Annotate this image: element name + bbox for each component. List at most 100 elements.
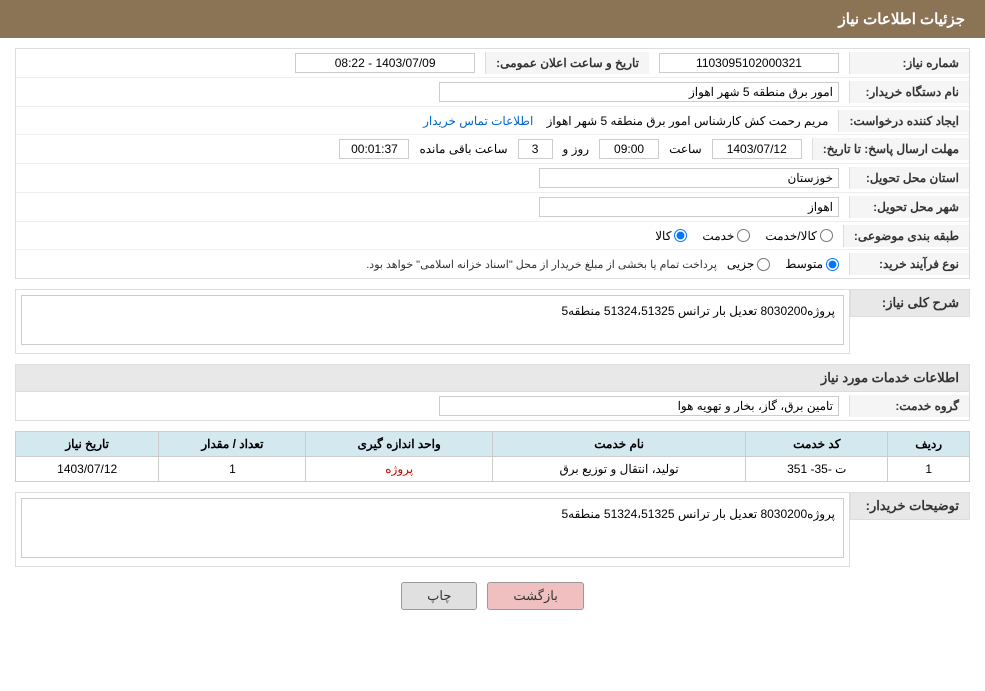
- cell-code: ت -35- 351: [746, 457, 888, 482]
- label-response-deadline: مهلت ارسال پاسخ: تا تاریخ:: [812, 138, 969, 160]
- label-general-desc: شرح کلی نیاز:: [850, 289, 970, 317]
- label-category: طبقه بندی موضوعی:: [843, 225, 969, 247]
- textarea-general-desc[interactable]: [21, 295, 844, 345]
- label-purchase-type: نوع فرآیند خرید:: [849, 253, 969, 275]
- col-header-quantity: تعداد / مقدار: [159, 432, 306, 457]
- header-bar: جزئیات اطلاعات نیاز: [0, 0, 985, 38]
- requester-contact-link[interactable]: اطلاعات تماس خریدار: [423, 114, 533, 128]
- row-category: طبقه بندی موضوعی: کالا/خدمت خدمت: [16, 222, 969, 250]
- table-head: ردیف کد خدمت نام خدمت واحد اندازه گیری ت…: [16, 432, 970, 457]
- label-delivery-province: استان محل تحویل:: [849, 167, 969, 189]
- value-requester: مریم رحمت کش کارشناس امور برق منطقه 5 شه…: [16, 110, 838, 132]
- row-need-number: شماره نیاز: تاریخ و ساعت اعلان عمومی:: [16, 49, 969, 78]
- label-need-number: شماره نیاز:: [849, 52, 969, 74]
- cell-name: تولید، انتقال و توزیع برق: [492, 457, 745, 482]
- label-days: روز و: [558, 142, 595, 156]
- deadline-fields: ساعت روز و ساعت باقی مانده: [26, 139, 802, 159]
- input-response-date[interactable]: [712, 139, 802, 159]
- input-response-days[interactable]: [518, 139, 553, 159]
- value-need-number: [649, 49, 849, 77]
- row-service-group: گروه خدمت:: [16, 392, 969, 420]
- value-category: کالا/خدمت خدمت کالا: [16, 225, 843, 247]
- input-need-number[interactable]: [659, 53, 839, 73]
- value-purchase-type: متوسط جزیی پرداخت تمام یا بخشی از مبلغ خ…: [16, 253, 849, 275]
- buyer-desc-row: توضیحات خریدار:: [15, 492, 970, 567]
- table-header-row: ردیف کد خدمت نام خدمت واحد اندازه گیری ت…: [16, 432, 970, 457]
- radio-kala-khadamat[interactable]: کالا/خدمت: [765, 229, 832, 243]
- label-time: ساعت: [664, 142, 707, 156]
- services-info-section: گروه خدمت:: [15, 391, 970, 421]
- col-header-date: تاریخ نیاز: [16, 432, 159, 457]
- input-announce-date[interactable]: [295, 53, 475, 73]
- purchase-type-row: متوسط جزیی پرداخت تمام یا بخشی از مبلغ خ…: [26, 257, 839, 271]
- buttons-row: بازگشت چاپ: [15, 582, 970, 610]
- purchase-radio-group: متوسط جزیی: [727, 257, 839, 271]
- col-header-unit: واحد اندازه گیری: [306, 432, 492, 457]
- radio-kala-khadamat-input[interactable]: [820, 229, 833, 242]
- cell-quantity: 1: [159, 457, 306, 482]
- row-requester: ایجاد کننده درخواست: مریم رحمت کش کارشنا…: [16, 107, 969, 135]
- radio-jozi[interactable]: جزیی: [727, 257, 770, 271]
- value-service-group: [16, 392, 849, 420]
- label-delivery-city: شهر محل تحویل:: [849, 196, 969, 218]
- table-body: 1 ت -35- 351 تولید، انتقال و توزیع برق پ…: [16, 457, 970, 482]
- input-buyer-station[interactable]: [439, 82, 839, 102]
- info-section-top: شماره نیاز: تاریخ و ساعت اعلان عمومی: نا…: [15, 48, 970, 279]
- input-delivery-province[interactable]: [539, 168, 839, 188]
- cell-row: 1: [888, 457, 970, 482]
- radio-khadamat-label: خدمت: [702, 229, 734, 243]
- col-header-code: کد خدمت: [746, 432, 888, 457]
- value-general-desc: [15, 289, 850, 354]
- buyer-desc-section: توضیحات خریدار:: [15, 492, 970, 567]
- row-delivery-city: شهر محل تحویل:: [16, 193, 969, 222]
- radio-motavasset-input[interactable]: [826, 258, 839, 271]
- services-section-title: اطلاعات خدمات مورد نیاز: [15, 364, 970, 391]
- col-header-row: ردیف: [888, 432, 970, 457]
- input-response-time[interactable]: [599, 139, 659, 159]
- radio-motavasset[interactable]: متوسط: [785, 257, 839, 271]
- radio-kala-input[interactable]: [674, 229, 687, 242]
- radio-kala-khadamat-label: کالا/خدمت: [765, 229, 816, 243]
- radio-kala-label: کالا: [655, 229, 671, 243]
- input-service-group[interactable]: [439, 396, 839, 416]
- services-table: ردیف کد خدمت نام خدمت واحد اندازه گیری ت…: [15, 431, 970, 482]
- row-delivery-province: استان محل تحویل:: [16, 164, 969, 193]
- value-buyer-station: [16, 78, 849, 106]
- value-announce-date: [16, 49, 485, 77]
- label-remaining: ساعت باقی مانده: [414, 142, 512, 156]
- label-requester: ایجاد کننده درخواست:: [838, 110, 969, 132]
- radio-jozi-label: جزیی: [727, 257, 754, 271]
- radio-motavasset-label: متوسط: [785, 257, 823, 271]
- purchase-type-note: پرداخت تمام یا بخشی از مبلغ خریدار از مح…: [366, 258, 717, 271]
- label-buyer-station: نام دستگاه خریدار:: [849, 81, 969, 103]
- table-row: 1 ت -35- 351 تولید، انتقال و توزیع برق پ…: [16, 457, 970, 482]
- header-title: جزئیات اطلاعات نیاز: [839, 11, 966, 28]
- textarea-buyer-desc[interactable]: [21, 498, 844, 558]
- print-button[interactable]: چاپ: [401, 582, 477, 610]
- value-response-deadline: ساعت روز و ساعت باقی مانده: [16, 135, 812, 163]
- general-desc-section: شرح کلی نیاز:: [15, 289, 970, 354]
- services-table-section: ردیف کد خدمت نام خدمت واحد اندازه گیری ت…: [15, 431, 970, 482]
- back-button[interactable]: بازگشت: [487, 582, 583, 610]
- radio-kala[interactable]: کالا: [655, 229, 687, 243]
- cell-unit: پروژه: [306, 457, 492, 482]
- radio-jozi-input[interactable]: [757, 258, 770, 271]
- label-announce-date: تاریخ و ساعت اعلان عمومی:: [485, 52, 649, 74]
- radio-khadamat[interactable]: خدمت: [702, 229, 750, 243]
- row-buyer-station: نام دستگاه خریدار:: [16, 78, 969, 107]
- input-delivery-city[interactable]: [539, 197, 839, 217]
- main-content: شماره نیاز: تاریخ و ساعت اعلان عمومی: نا…: [0, 38, 985, 620]
- value-delivery-province: [16, 164, 849, 192]
- radio-khadamat-input[interactable]: [737, 229, 750, 242]
- label-buyer-desc: توضیحات خریدار:: [850, 492, 970, 520]
- category-radio-group: کالا/خدمت خدمت کالا: [26, 229, 833, 243]
- page-wrapper: جزئیات اطلاعات نیاز شماره نیاز: تاریخ و …: [0, 0, 985, 691]
- value-buyer-desc: [15, 492, 850, 567]
- label-service-group: گروه خدمت:: [849, 395, 969, 417]
- general-desc-row: شرح کلی نیاز:: [15, 289, 970, 354]
- row-response-deadline: مهلت ارسال پاسخ: تا تاریخ: ساعت روز و سا…: [16, 135, 969, 164]
- cell-date: 1403/07/12: [16, 457, 159, 482]
- input-response-remaining[interactable]: [339, 139, 409, 159]
- row-purchase-type: نوع فرآیند خرید: متوسط جزیی: [16, 250, 969, 278]
- requester-name: مریم رحمت کش کارشناس امور برق منطقه 5 شه…: [547, 114, 829, 128]
